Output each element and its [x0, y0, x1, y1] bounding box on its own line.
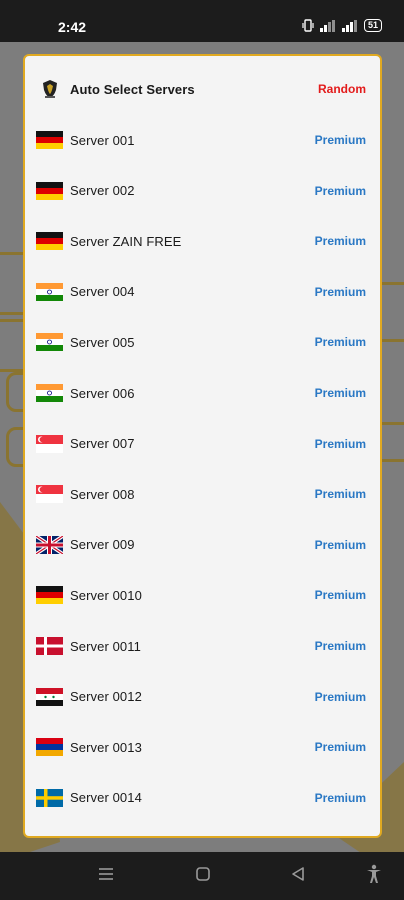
- status-icons: 51: [302, 19, 382, 32]
- premium-tag: Premium: [314, 335, 366, 350]
- premium-tag: Premium: [314, 386, 366, 400]
- server-select-dialog: Auto Select Servers Random Server 001 Pre…: [23, 54, 382, 838]
- server-row[interactable]: Server ZAIN FREE Premium: [25, 216, 380, 266]
- server-name: Server 008: [70, 486, 135, 502]
- server-name: Server 001: [70, 132, 135, 148]
- server-row[interactable]: Server 001 Premium: [25, 115, 380, 165]
- status-time: 2:42: [58, 19, 87, 35]
- home-icon[interactable]: [195, 866, 211, 882]
- server-name: Server 009: [70, 537, 135, 553]
- server-row[interactable]: Server 0011 Premium: [25, 621, 380, 671]
- premium-tag: Premium: [314, 689, 366, 704]
- server-row[interactable]: Server 005 Premium: [25, 317, 380, 367]
- flag-india-icon: [36, 384, 63, 402]
- server-name: Server 007: [70, 436, 135, 452]
- flag-sweden-icon: [36, 788, 63, 807]
- server-name: Server 004: [70, 284, 135, 300]
- flag-india-icon: [36, 333, 63, 352]
- premium-tag: Premium: [314, 639, 366, 653]
- vibrate-icon: [302, 19, 314, 32]
- premium-tag: Premium: [314, 234, 366, 249]
- flag-syria-icon: [36, 687, 63, 706]
- premium-tag: Premium: [314, 183, 366, 198]
- server-row[interactable]: Server 006 Premium: [25, 368, 380, 418]
- premium-tag: Premium: [314, 284, 366, 299]
- flag-germany-icon: [36, 181, 63, 200]
- server-name: Server 0010: [70, 587, 142, 603]
- random-tag: Random: [318, 82, 366, 96]
- server-row[interactable]: Server 008 Premium: [25, 469, 380, 519]
- flag-denmark-icon: [36, 637, 63, 655]
- server-row[interactable]: Server 002 Premium: [25, 166, 380, 216]
- flag-singapore-icon: [36, 485, 63, 504]
- server-row[interactable]: Server 0013 Premium: [25, 722, 380, 772]
- signal-1-icon: [319, 19, 336, 32]
- premium-tag: Premium: [314, 740, 366, 755]
- flag-united-kingdom-icon: [36, 535, 63, 554]
- accessibility-icon[interactable]: [366, 864, 382, 884]
- server-name: Server 005: [70, 334, 135, 350]
- premium-tag: Premium: [314, 133, 366, 147]
- flag-india-icon: [36, 282, 63, 301]
- auto-select-row[interactable]: Auto Select Servers Random: [25, 64, 380, 114]
- premium-tag: Premium: [314, 436, 366, 451]
- signal-2-icon: [341, 19, 358, 32]
- shield-logo-icon: [43, 80, 57, 98]
- menu-icon[interactable]: [98, 866, 114, 882]
- navigation-bar: [0, 852, 404, 900]
- flag-germany-icon: [36, 232, 63, 251]
- status-bar: 2:42 51: [0, 0, 404, 42]
- flag-germany-icon: [36, 586, 63, 605]
- server-row[interactable]: Server 004 Premium: [25, 267, 380, 317]
- back-icon[interactable]: [290, 866, 306, 882]
- flag-armenia-icon: [36, 738, 63, 757]
- server-row[interactable]: Server 009 Premium: [25, 520, 380, 570]
- flag-singapore-icon: [36, 434, 63, 453]
- server-name: Server 0014: [70, 790, 142, 806]
- premium-tag: Premium: [314, 487, 366, 502]
- server-name: Server 0011: [70, 638, 141, 654]
- flag-germany-icon: [36, 131, 63, 149]
- premium-tag: Premium: [314, 588, 366, 603]
- server-name: Server ZAIN FREE: [70, 233, 182, 249]
- premium-tag: Premium: [314, 790, 366, 805]
- battery-icon: 51: [363, 19, 382, 32]
- server-row[interactable]: Server 007 Premium: [25, 419, 380, 469]
- premium-tag: Premium: [314, 537, 366, 552]
- server-name: Server 0012: [70, 689, 142, 705]
- server-row[interactable]: Server 0010 Premium: [25, 570, 380, 620]
- server-name: Server 006: [70, 385, 135, 401]
- server-row[interactable]: Server 0014 Premium: [25, 773, 380, 823]
- auto-select-label: Auto Select Servers: [70, 81, 195, 97]
- server-name: Server 0013: [70, 739, 142, 755]
- server-row[interactable]: Server 0012 Premium: [25, 672, 380, 722]
- server-name: Server 002: [70, 183, 135, 199]
